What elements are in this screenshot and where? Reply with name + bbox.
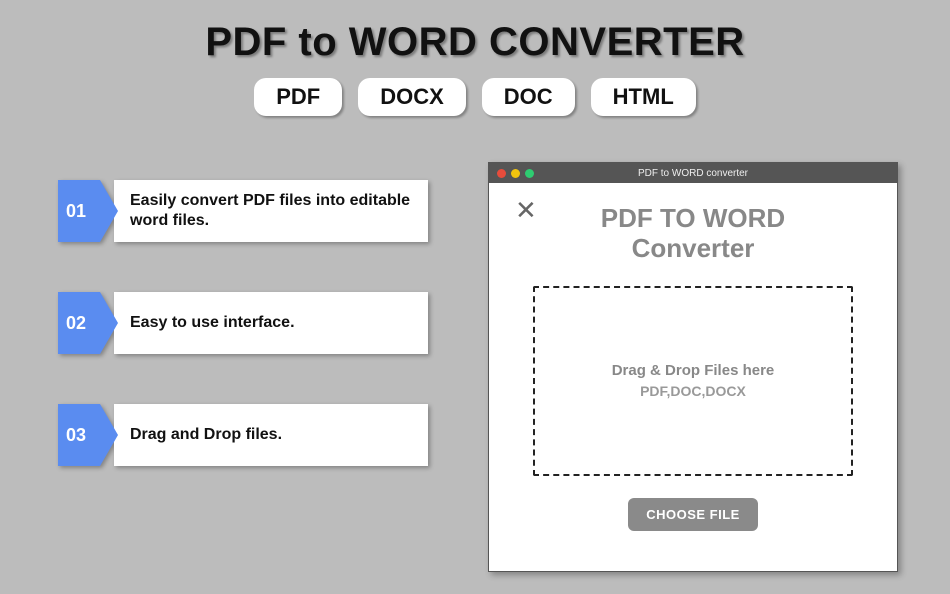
drop-zone-label: Drag & Drop Files here bbox=[612, 362, 775, 379]
feature-item: 02 Easy to use interface. bbox=[58, 292, 428, 354]
window-heading: PDF TO WORD Converter bbox=[515, 204, 871, 264]
feature-number-badge: 03 bbox=[58, 404, 118, 466]
drop-zone-formats: PDF,DOC,DOCX bbox=[640, 383, 746, 399]
feature-text: Easily convert PDF files into editable w… bbox=[114, 180, 428, 242]
drop-zone[interactable]: Drag & Drop Files here PDF,DOC,DOCX bbox=[533, 286, 853, 476]
page-title: PDF to WORD CONVERTER bbox=[0, 20, 950, 65]
format-pill-html: HTML bbox=[591, 78, 696, 116]
feature-text: Drag and Drop files. bbox=[114, 404, 428, 466]
window-body: ✕ PDF TO WORD Converter Drag & Drop File… bbox=[489, 183, 897, 551]
close-icon[interactable]: ✕ bbox=[515, 197, 537, 223]
feature-number-badge: 02 bbox=[58, 292, 118, 354]
window-title: PDF to WORD converter bbox=[489, 168, 897, 179]
format-pill-docx: DOCX bbox=[358, 78, 466, 116]
choose-file-button[interactable]: CHOOSE FILE bbox=[628, 498, 758, 531]
format-pill-doc: DOC bbox=[482, 78, 575, 116]
format-row: PDF DOCX DOC HTML bbox=[0, 78, 950, 116]
feature-number-badge: 01 bbox=[58, 180, 118, 242]
feature-list: 01 Easily convert PDF files into editabl… bbox=[58, 180, 428, 516]
window-heading-line1: PDF TO WORD bbox=[601, 203, 785, 233]
window-heading-line2: Converter bbox=[632, 233, 755, 263]
window-titlebar: PDF to WORD converter bbox=[489, 163, 897, 183]
format-pill-pdf: PDF bbox=[254, 78, 342, 116]
feature-text: Easy to use interface. bbox=[114, 292, 428, 354]
feature-item: 03 Drag and Drop files. bbox=[58, 404, 428, 466]
feature-item: 01 Easily convert PDF files into editabl… bbox=[58, 180, 428, 242]
app-window: PDF to WORD converter ✕ PDF TO WORD Conv… bbox=[488, 162, 898, 572]
